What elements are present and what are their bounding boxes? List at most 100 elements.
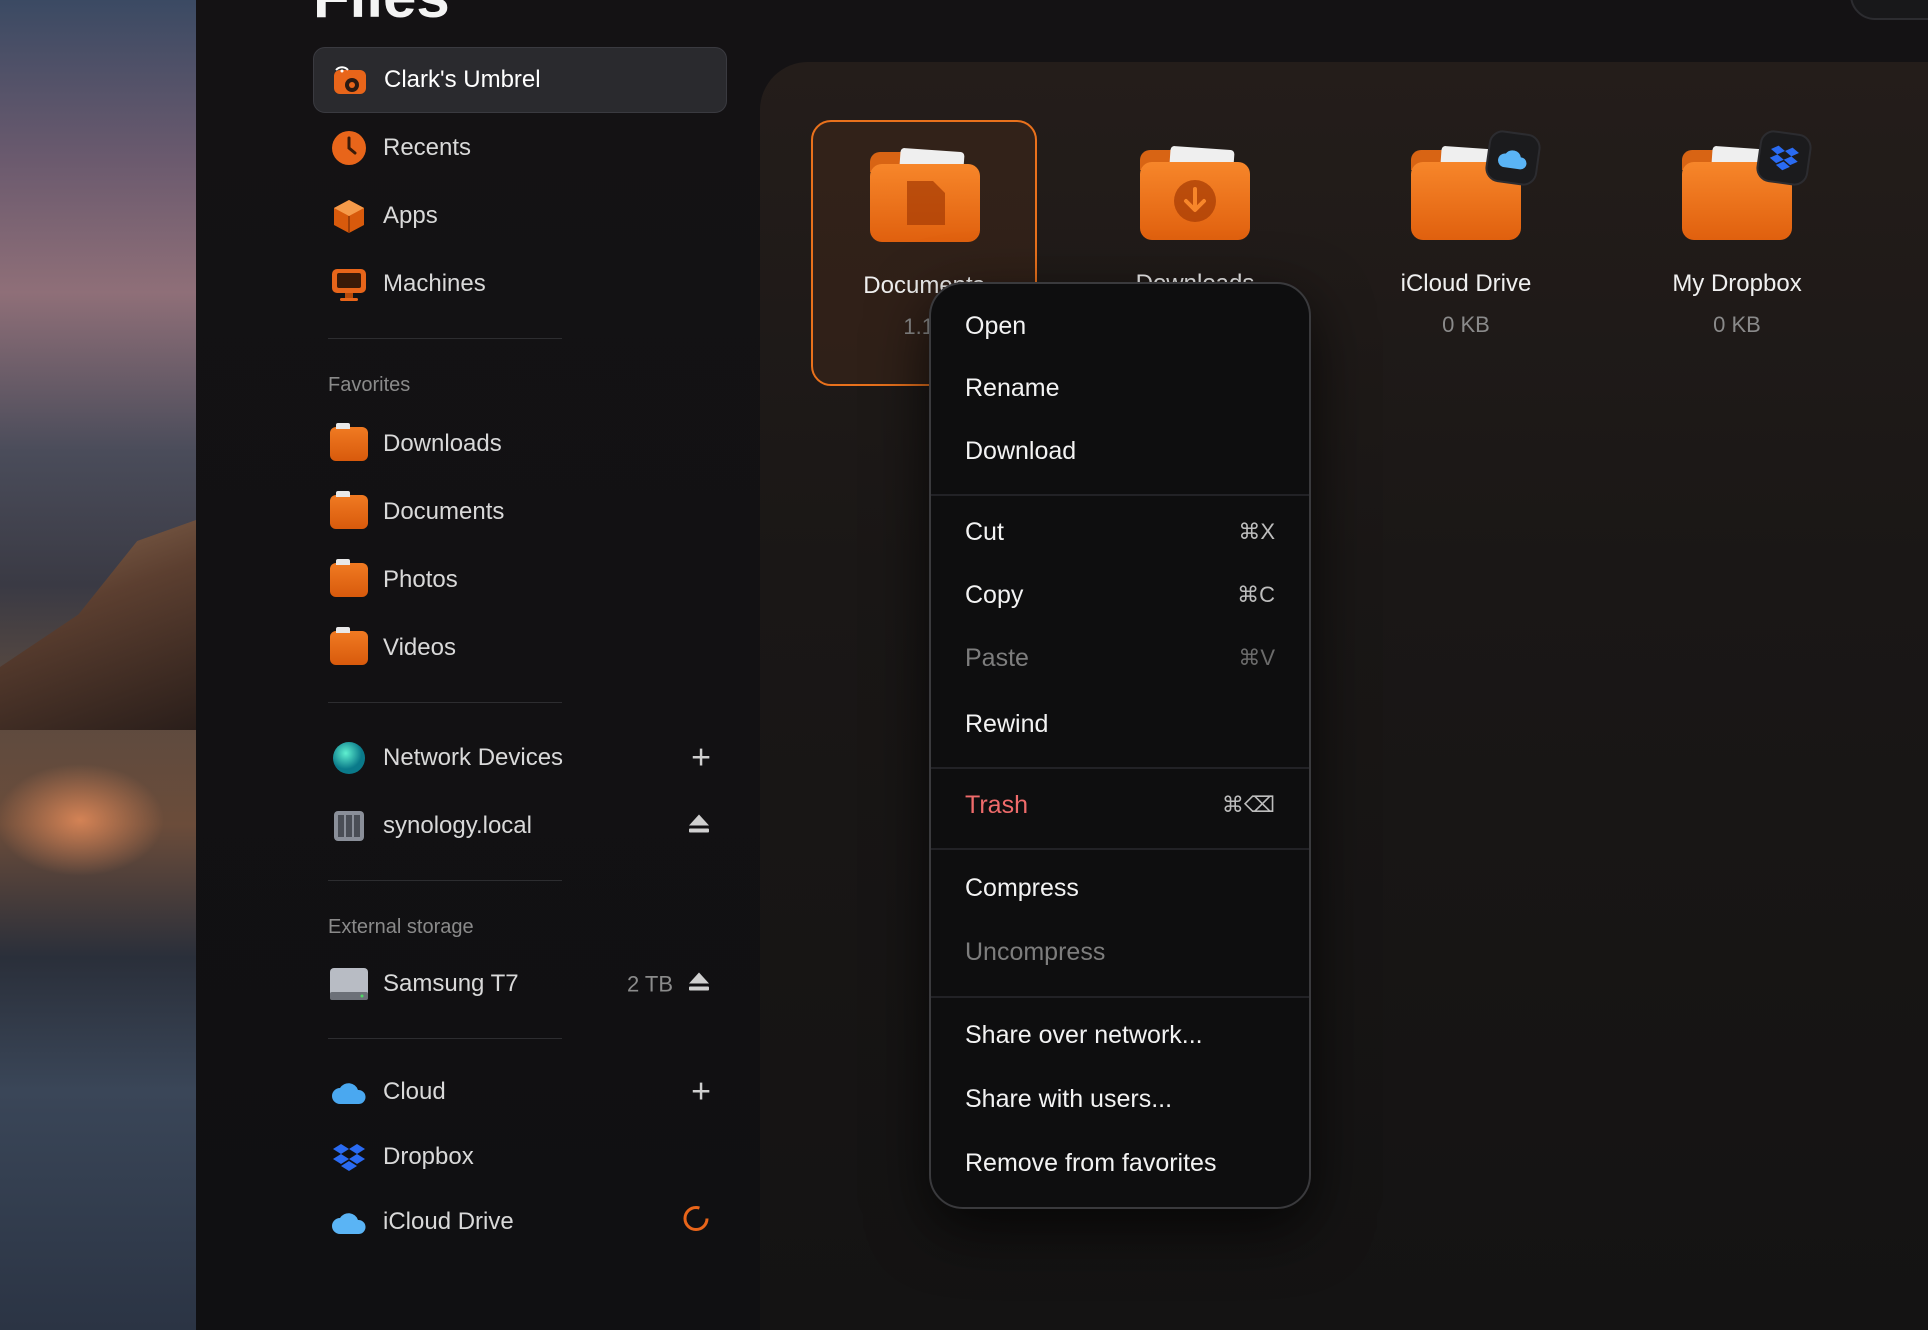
shortcut-hint: ⌘C <box>1237 582 1275 607</box>
favorites-heading: Favorites <box>328 374 411 396</box>
umbrel-home-icon <box>330 60 370 100</box>
menu-item-uncompress[interactable]: Uncompress <box>965 930 1275 974</box>
monitor-icon <box>329 264 369 304</box>
menu-item-trash[interactable]: Trash ⌘⌫ <box>965 783 1275 827</box>
sidebar-item-label: Apps <box>383 202 438 229</box>
menu-item-label: Trash <box>965 790 1028 819</box>
menu-item-rename[interactable]: Rename <box>965 366 1275 410</box>
sidebar-item-label: Machines <box>383 270 486 297</box>
menu-item-label: Open <box>965 311 1027 340</box>
sidebar-item-label: Videos <box>383 634 456 661</box>
sidebar-item-label: Downloads <box>383 430 502 457</box>
tile-meta: 0 KB <box>1442 312 1490 337</box>
add-network-device-button[interactable]: + <box>691 739 711 778</box>
dropbox-folder-icon <box>1682 128 1814 240</box>
cloud-icon <box>329 1072 369 1112</box>
photos-folder-icon <box>329 559 369 600</box>
menu-item-label: Cut <box>965 517 1004 546</box>
sidebar-item-home[interactable]: Clark's Umbrel <box>313 47 727 113</box>
folder-tile-my-dropbox[interactable]: My Dropbox 0 KB <box>1624 120 1850 386</box>
drive-size: 2 TB <box>626 971 673 996</box>
sidebar-item-label: Cloud <box>383 1078 446 1105</box>
sidebar-item-network-devices[interactable]: Network Devices + <box>313 725 727 791</box>
shortcut-hint: ⌘V <box>1238 645 1275 670</box>
menu-item-cut[interactable]: Cut ⌘X <box>965 510 1275 554</box>
external-storage-heading: External storage <box>328 916 474 938</box>
menu-item-label: Rename <box>965 373 1060 402</box>
context-menu: Open Rename Download Cut ⌘X Copy ⌘C Paste ⌘… <box>929 282 1311 1209</box>
sidebar-item-dropbox[interactable]: Dropbox <box>313 1124 727 1190</box>
sidebar-divider <box>328 702 562 703</box>
sidebar-item-label: iCloud Drive <box>383 1208 514 1235</box>
icloud-icon <box>329 1202 369 1242</box>
sidebar-item-label: synology.local <box>383 812 532 839</box>
tile-name: My Dropbox <box>1672 270 1802 297</box>
menu-separator <box>931 767 1309 769</box>
tile-name: iCloud Drive <box>1400 270 1532 297</box>
menu-item-label: Compress <box>965 873 1079 902</box>
sidebar-item-cloud[interactable]: Cloud + <box>313 1059 727 1125</box>
menu-item-label: Rewind <box>965 709 1049 738</box>
sidebar-item-label: Documents <box>383 498 505 525</box>
sidebar-item-label: Samsung T7 <box>383 970 519 997</box>
add-cloud-button[interactable]: + <box>691 1073 711 1112</box>
sidebar-item-label: Network Devices <box>383 744 564 771</box>
sidebar-divider <box>328 338 562 339</box>
menu-separator <box>931 848 1309 850</box>
menu-separator <box>931 996 1309 998</box>
videos-folder-icon <box>329 627 369 668</box>
external-drive-icon <box>329 964 369 1004</box>
menu-item-share-network[interactable]: Share over network... <box>965 1013 1275 1057</box>
menu-item-label: Paste <box>965 643 1029 672</box>
menu-item-label: Uncompress <box>965 937 1106 966</box>
menu-item-label: Remove from favorites <box>965 1148 1217 1177</box>
sidebar-item-photos[interactable]: Photos <box>313 547 727 613</box>
page-title: Files <box>313 0 450 31</box>
sidebar-item-recents[interactable]: Recents <box>313 115 727 181</box>
menu-item-open[interactable]: Open <box>965 304 1275 348</box>
sidebar-item-machines[interactable]: Machines <box>313 251 727 317</box>
sidebar-item-label: Recents <box>383 134 472 161</box>
menu-item-label: Share with users... <box>965 1084 1173 1113</box>
icloud-folder-icon <box>1411 128 1543 240</box>
icloud-badge-icon <box>1483 128 1543 188</box>
sidebar-item-icloud-drive[interactable]: iCloud Drive <box>313 1189 727 1255</box>
folder-tile-icloud-drive[interactable]: iCloud Drive 0 KB <box>1353 120 1579 386</box>
documents-folder-icon <box>329 491 369 532</box>
globe-icon <box>329 738 369 778</box>
sidebar-divider <box>328 1038 562 1039</box>
menu-item-remove-favorites[interactable]: Remove from favorites <box>965 1141 1275 1185</box>
sidebar-divider <box>328 880 562 881</box>
sidebar-item-label: Photos <box>383 566 458 593</box>
shortcut-hint: ⌘⌫ <box>1221 792 1275 817</box>
nas-icon <box>329 806 369 846</box>
sidebar-item-documents[interactable]: Documents <box>313 479 727 545</box>
menu-item-copy[interactable]: Copy ⌘C <box>965 573 1275 617</box>
clock-icon <box>329 128 369 168</box>
sidebar-item-videos[interactable]: Videos <box>313 615 727 681</box>
dropbox-badge-icon <box>1754 128 1814 188</box>
menu-item-paste[interactable]: Paste ⌘V <box>965 636 1275 680</box>
sidebar-item-downloads[interactable]: Downloads <box>313 411 727 477</box>
sidebar-item-label: Clark's Umbrel <box>384 66 541 93</box>
sidebar-item-synology[interactable]: synology.local <box>313 793 727 859</box>
menu-separator <box>931 494 1309 496</box>
sidebar-item-apps[interactable]: Apps <box>313 183 727 249</box>
tile-meta: 0 KB <box>1713 312 1761 337</box>
menu-item-rewind[interactable]: Rewind <box>965 702 1275 746</box>
menu-item-label: Download <box>965 436 1077 465</box>
eject-icon[interactable] <box>687 969 711 1000</box>
menu-item-label: Copy <box>965 580 1024 609</box>
documents-folder-icon <box>870 146 980 242</box>
menu-item-download[interactable]: Download <box>965 429 1275 473</box>
sync-spinner-icon <box>681 1204 711 1241</box>
sidebar-item-samsung-t7[interactable]: Samsung T7 2 TB <box>313 951 727 1017</box>
eject-icon[interactable] <box>687 811 711 842</box>
sidebar-item-label: Dropbox <box>383 1143 474 1170</box>
menu-item-share-users[interactable]: Share with users... <box>965 1077 1275 1121</box>
dropbox-icon <box>329 1137 369 1177</box>
menu-item-label: Share over network... <box>965 1020 1203 1049</box>
menu-item-compress[interactable]: Compress <box>965 866 1275 910</box>
downloads-folder-icon <box>1140 144 1250 240</box>
cube-icon <box>329 196 369 236</box>
